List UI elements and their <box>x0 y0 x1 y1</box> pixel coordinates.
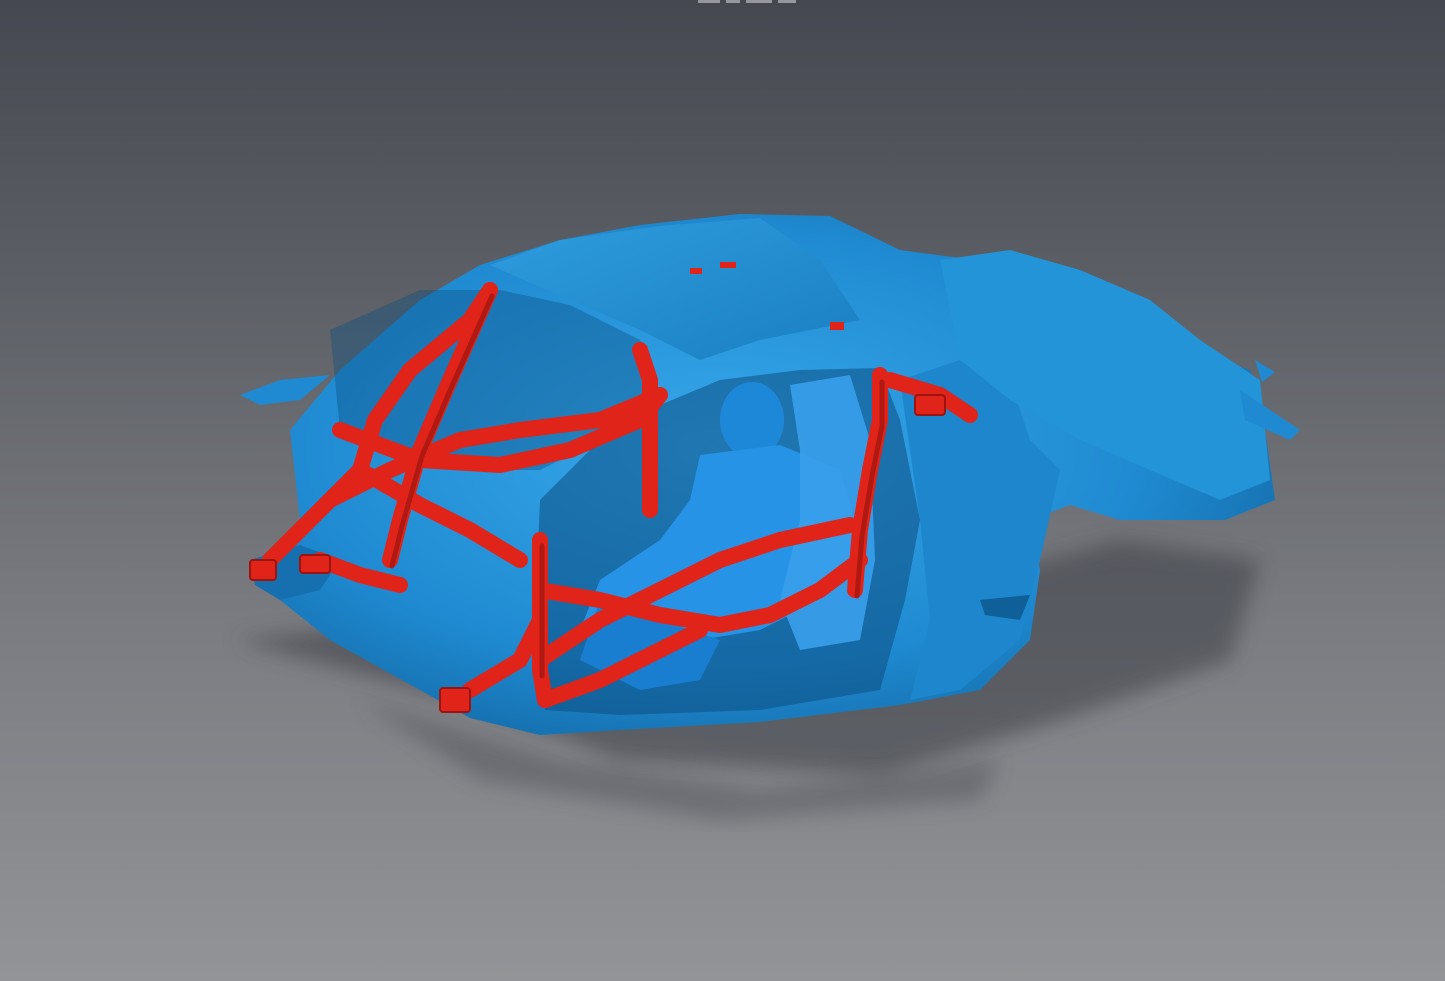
3d-viewport[interactable] <box>0 0 1445 981</box>
model-canvas[interactable] <box>0 0 1445 981</box>
